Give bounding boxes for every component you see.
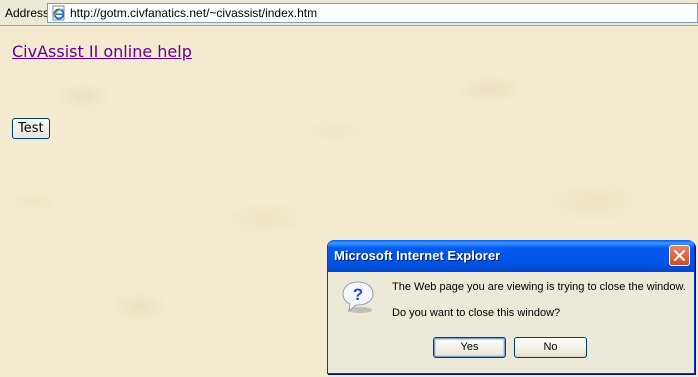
no-button[interactable]: No: [514, 337, 587, 358]
confirm-dialog: Microsoft Internet Explorer ? The Web pa…: [327, 240, 695, 374]
dialog-title: Microsoft Internet Explorer: [334, 248, 501, 263]
question-icon: ?: [341, 280, 375, 314]
test-button[interactable]: Test: [12, 118, 50, 139]
yes-button[interactable]: Yes: [433, 337, 506, 358]
address-label: Address: [5, 6, 50, 20]
ie-page-icon: [51, 5, 67, 21]
close-button[interactable]: [669, 245, 690, 266]
address-field[interactable]: http://gotm.civfanatics.net/~civassist/i…: [47, 3, 698, 23]
close-icon: [674, 250, 685, 261]
dialog-body: ? The Web page you are viewing is trying…: [328, 272, 694, 373]
dialog-titlebar[interactable]: Microsoft Internet Explorer: [328, 240, 694, 272]
help-link[interactable]: CivAssist II online help: [12, 42, 192, 61]
svg-text:?: ?: [353, 285, 363, 304]
address-url[interactable]: http://gotm.civfanatics.net/~civassist/i…: [70, 6, 317, 20]
dialog-message: The Web page you are viewing is trying t…: [392, 281, 686, 293]
address-bar: Address http://gotm.civfanatics.net/~civ…: [0, 0, 698, 26]
dialog-question: Do you want to close this window?: [392, 307, 561, 319]
